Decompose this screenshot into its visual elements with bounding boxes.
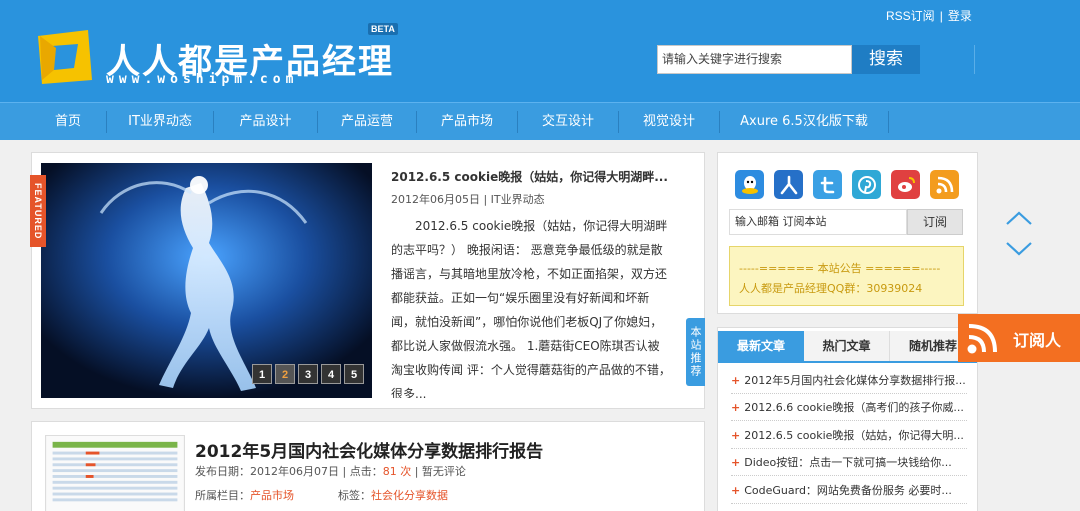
- slider-dot-active[interactable]: 2: [275, 364, 295, 384]
- subscribe-button[interactable]: 订阅: [907, 209, 963, 235]
- bullet-icon: +: [731, 374, 741, 387]
- rss-link[interactable]: RSS订阅: [886, 9, 935, 23]
- nav-item-it-news[interactable]: IT业界动态: [107, 103, 213, 140]
- column-label: 所属栏目：: [195, 489, 250, 502]
- nav-item-interaction-design[interactable]: 交互设计: [518, 103, 618, 140]
- link-separator: |: [939, 9, 943, 23]
- nav-item-home[interactable]: 首页: [30, 103, 106, 140]
- scroll-down-icon[interactable]: [1005, 240, 1033, 258]
- sina-weibo-icon[interactable]: [891, 170, 920, 199]
- rss-float-icon: [967, 324, 997, 354]
- main-nav: 首页 IT业界动态 产品设计 产品运营 产品市场 交互设计 视觉设计 Axure…: [0, 102, 1080, 140]
- list-item[interactable]: + Dideo按钮：点击一下就可搞一块钱给你...: [731, 450, 967, 476]
- list-item-title: CodeGuard：网站免费备份服务 必要时...: [744, 484, 952, 497]
- list-item-title: 2012.6.5 cookie晚报（姑姑，你记得大明...: [744, 429, 964, 442]
- tags-label: 标签：: [338, 489, 371, 502]
- date-label: 发布日期：: [195, 465, 250, 478]
- nav-item-product-design[interactable]: 产品设计: [214, 103, 317, 140]
- rss-icon[interactable]: [930, 170, 959, 199]
- notice-title: -----====== 本站公告 ======-----: [739, 262, 941, 275]
- tencent-weibo-icon[interactable]: [813, 170, 842, 199]
- bullet-icon: +: [731, 429, 741, 442]
- slider-dot[interactable]: 3: [298, 364, 318, 384]
- notice-body: 人人都是产品经理QQ群：30939024: [739, 282, 923, 295]
- pinterest-icon[interactable]: [852, 170, 881, 199]
- list-item[interactable]: +2012年5月国内社会化媒体分享数据排行报...: [731, 368, 967, 394]
- login-link[interactable]: 登录: [948, 9, 972, 23]
- top-links: RSS订阅 | 登录: [886, 7, 972, 24]
- list-item[interactable]: +2012.6.6 cookie晚报（高考们的孩子你威...: [731, 395, 967, 421]
- search-button[interactable]: 搜索: [852, 45, 920, 74]
- bullet-icon: +: [731, 401, 741, 414]
- featured-image[interactable]: [41, 163, 372, 398]
- tab-popular[interactable]: 热门文章: [804, 331, 890, 361]
- bullet-icon: +: [731, 456, 741, 469]
- site-url: www.woshipm.com: [106, 72, 299, 87]
- nav-item-product-market[interactable]: 产品市场: [417, 103, 517, 140]
- clicks-label: 点击：: [349, 465, 383, 478]
- featured-excerpt: 2012.6.5 cookie晚报（姑姑，你记得大明湖畔的志平吗？） 晚报闲语：…: [391, 219, 671, 398]
- scroll-up-icon[interactable]: [1005, 209, 1033, 227]
- article-thumbnail[interactable]: [45, 435, 185, 511]
- subscribe-float-label: 订阅人: [1013, 331, 1062, 350]
- bullet-icon: +: [731, 484, 741, 497]
- article-meta-column: 所属栏目：产品市场 标签：社会化分享数据: [195, 487, 448, 503]
- featured-meta: 2012年06月05日 | IT业界动态: [391, 193, 545, 206]
- slider-pager: 1 2 3 4 5: [252, 364, 364, 384]
- list-item-title: Dideo按钮：点击一下就可搞一块钱给你...: [744, 456, 952, 469]
- tab-latest[interactable]: 最新文章: [718, 331, 804, 361]
- slider-dot[interactable]: 5: [344, 364, 364, 384]
- nav-item-product-operation[interactable]: 产品运营: [318, 103, 416, 140]
- tab-underline: [718, 361, 977, 363]
- nav-separator: [888, 111, 889, 133]
- featured-title[interactable]: 2012.6.5 cookie晚报（姑姑，你记得大明湖畔...: [391, 168, 668, 185]
- article-title[interactable]: 2012年5月国内社会化媒体分享数据排行报告: [195, 437, 543, 462]
- renren-icon[interactable]: [774, 170, 803, 199]
- qq-icon[interactable]: [735, 170, 764, 199]
- beta-badge: BETA: [368, 23, 398, 35]
- slider-dot[interactable]: 1: [252, 364, 272, 384]
- list-item[interactable]: +2012.6.5 cookie晚报（姑姑，你记得大明...: [731, 423, 967, 449]
- comment-count[interactable]: 暂无评论: [422, 465, 466, 478]
- nav-item-visual-design[interactable]: 视觉设计: [619, 103, 719, 140]
- recommend-tab[interactable]: 本站推荐: [686, 318, 705, 386]
- featured-ribbon: FEATURED: [30, 175, 46, 247]
- article-meta: 发布日期：2012年06月07日 | 点击：81 次 | 暂无评论: [195, 465, 466, 478]
- nav-item-axure-download[interactable]: Axure 6.5汉化版下载: [720, 103, 888, 140]
- article-date: 2012年06月07日: [250, 465, 339, 478]
- social-icons: [735, 170, 959, 199]
- article-column[interactable]: 产品市场: [250, 489, 294, 502]
- subscribe-email-input[interactable]: 输入邮箱 订阅本站: [729, 209, 907, 235]
- logo-icon[interactable]: [34, 28, 94, 86]
- article-tags[interactable]: 社会化分享数据: [371, 489, 448, 502]
- notice-box: [729, 246, 964, 306]
- list-item[interactable]: + CodeGuard：网站免费备份服务 必要时...: [731, 478, 967, 504]
- list-item-title: 2012.6.6 cookie晚报（高考们的孩子你威...: [744, 401, 964, 414]
- search-input[interactable]: 请输入关键字进行搜索: [657, 45, 852, 74]
- slider-dot[interactable]: 4: [321, 364, 341, 384]
- list-item-title: 2012年5月国内社会化媒体分享数据排行报...: [744, 374, 966, 387]
- click-count: 81 次: [382, 465, 412, 478]
- search-shadow: [920, 45, 975, 74]
